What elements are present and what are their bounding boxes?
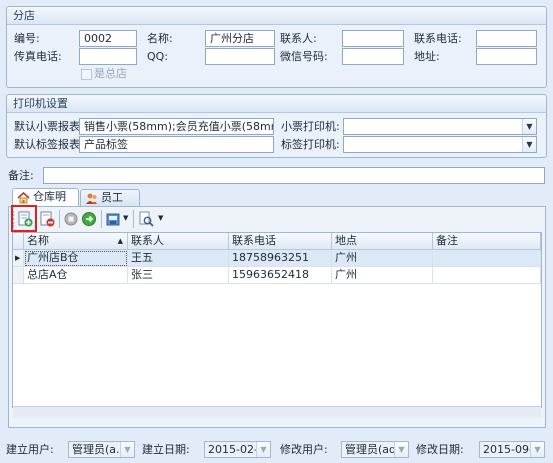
grid-footer-bar [13, 406, 541, 418]
contact-label: 联系人: [280, 32, 317, 45]
cell-location[interactable]: 广州 [332, 250, 433, 267]
address-label: 地址: [414, 50, 440, 63]
row-indicator: ▶ [13, 250, 24, 267]
created-user-select[interactable]: 管理员(a... ▼ [68, 441, 135, 458]
print-dropdown-icon[interactable]: ▼ [158, 214, 163, 222]
receipt-report-label: 默认小票报表: [14, 120, 84, 133]
contact-field[interactable] [342, 30, 404, 47]
modified-user-select[interactable]: 管理员(ad... ▼ [341, 441, 409, 458]
fax-field[interactable] [79, 48, 137, 65]
receipt-report-field[interactable]: 销售小票(58mm);会员充值小票(58mm) [79, 118, 274, 135]
name-field[interactable]: 广州分店 [205, 30, 275, 47]
created-user-label: 建立用户: [6, 443, 54, 456]
fax-label: 传真电话: [14, 50, 62, 63]
code-field[interactable]: 0002 [79, 30, 137, 47]
column-header-name[interactable]: 名称 ▲ [24, 233, 128, 250]
column-header-phone[interactable]: 联系电话 [229, 233, 332, 250]
store-group-title: 分店 [7, 7, 546, 25]
add-row-button[interactable] [16, 210, 34, 228]
row-indicator [13, 267, 24, 284]
cell-remark[interactable] [433, 250, 541, 267]
qq-field[interactable] [205, 48, 275, 65]
column-header-location[interactable]: 地点 [332, 233, 433, 250]
address-field[interactable] [476, 48, 537, 65]
chevron-down-icon[interactable]: ▼ [522, 119, 536, 134]
cell-remark[interactable] [433, 267, 541, 284]
wechat-label: 微信号码: [280, 50, 328, 63]
phone-label: 联系电话: [414, 32, 462, 45]
is-main-store-label: 是总店 [94, 67, 127, 80]
chevron-down-icon[interactable]: ▼ [530, 442, 544, 457]
toolbar-separator [101, 210, 102, 228]
column-header-remark[interactable]: 备注 [433, 233, 541, 250]
toolbar-separator [59, 210, 60, 228]
label-report-field[interactable]: 产品标签 [79, 136, 274, 153]
receipt-printer-label: 小票打印机: [281, 120, 340, 133]
cell-name[interactable]: 广州店B仓 [24, 250, 128, 267]
toolbar-separator [133, 210, 134, 228]
phone-field[interactable] [476, 30, 537, 47]
is-main-store-checkbox[interactable] [81, 69, 92, 80]
delete-row-button[interactable] [38, 210, 56, 228]
qq-label: QQ: [147, 50, 169, 63]
stop-button[interactable] [62, 210, 80, 228]
house-icon [17, 191, 30, 204]
label-printer-label: 标签打印机: [281, 138, 340, 151]
modified-user-label: 修改用户: [280, 443, 328, 456]
created-date-picker[interactable]: 2015-02-28 ▼ [204, 441, 271, 458]
cell-location[interactable]: 广州 [332, 267, 433, 284]
column-header-contact[interactable]: 联系人 [128, 233, 229, 250]
code-label: 编号: [14, 32, 40, 45]
label-report-label: 默认标签报表: [14, 138, 84, 151]
chevron-down-icon[interactable]: ▼ [394, 442, 408, 457]
label-printer-select[interactable]: ▼ [343, 136, 537, 153]
chevron-down-icon[interactable]: ▼ [522, 137, 536, 152]
modified-date-label: 修改日期: [416, 443, 464, 456]
printer-group-title: 打印机设置 [7, 95, 546, 113]
chevron-down-icon[interactable]: ▼ [256, 442, 270, 457]
users-icon [86, 193, 97, 204]
tab-staff-detail[interactable]: 员工明细 [80, 189, 140, 220]
go-button[interactable] [80, 210, 98, 228]
row-indicator-header [13, 233, 24, 250]
receipt-printer-select[interactable]: ▼ [343, 118, 537, 135]
name-label: 名称: [147, 32, 173, 45]
remark-field[interactable] [43, 167, 545, 184]
created-date-label: 建立日期: [142, 443, 190, 456]
export-button[interactable] [105, 210, 123, 228]
remark-label: 备注: [8, 169, 34, 182]
cell-phone[interactable]: 15963652418 [229, 267, 332, 284]
modified-date-picker[interactable]: 2015-09-29 ▼ [479, 441, 545, 458]
print-preview-button[interactable] [137, 210, 155, 228]
cell-name[interactable]: 总店A仓 [24, 267, 128, 284]
chevron-down-icon[interactable]: ▼ [120, 442, 134, 457]
export-dropdown-icon[interactable]: ▼ [123, 214, 128, 222]
cell-phone[interactable]: 18758963251 [229, 250, 332, 267]
cell-contact[interactable]: 王五 [128, 250, 229, 267]
cell-contact[interactable]: 张三 [128, 267, 229, 284]
sort-asc-icon: ▲ [117, 237, 123, 245]
wechat-field[interactable] [342, 48, 404, 65]
